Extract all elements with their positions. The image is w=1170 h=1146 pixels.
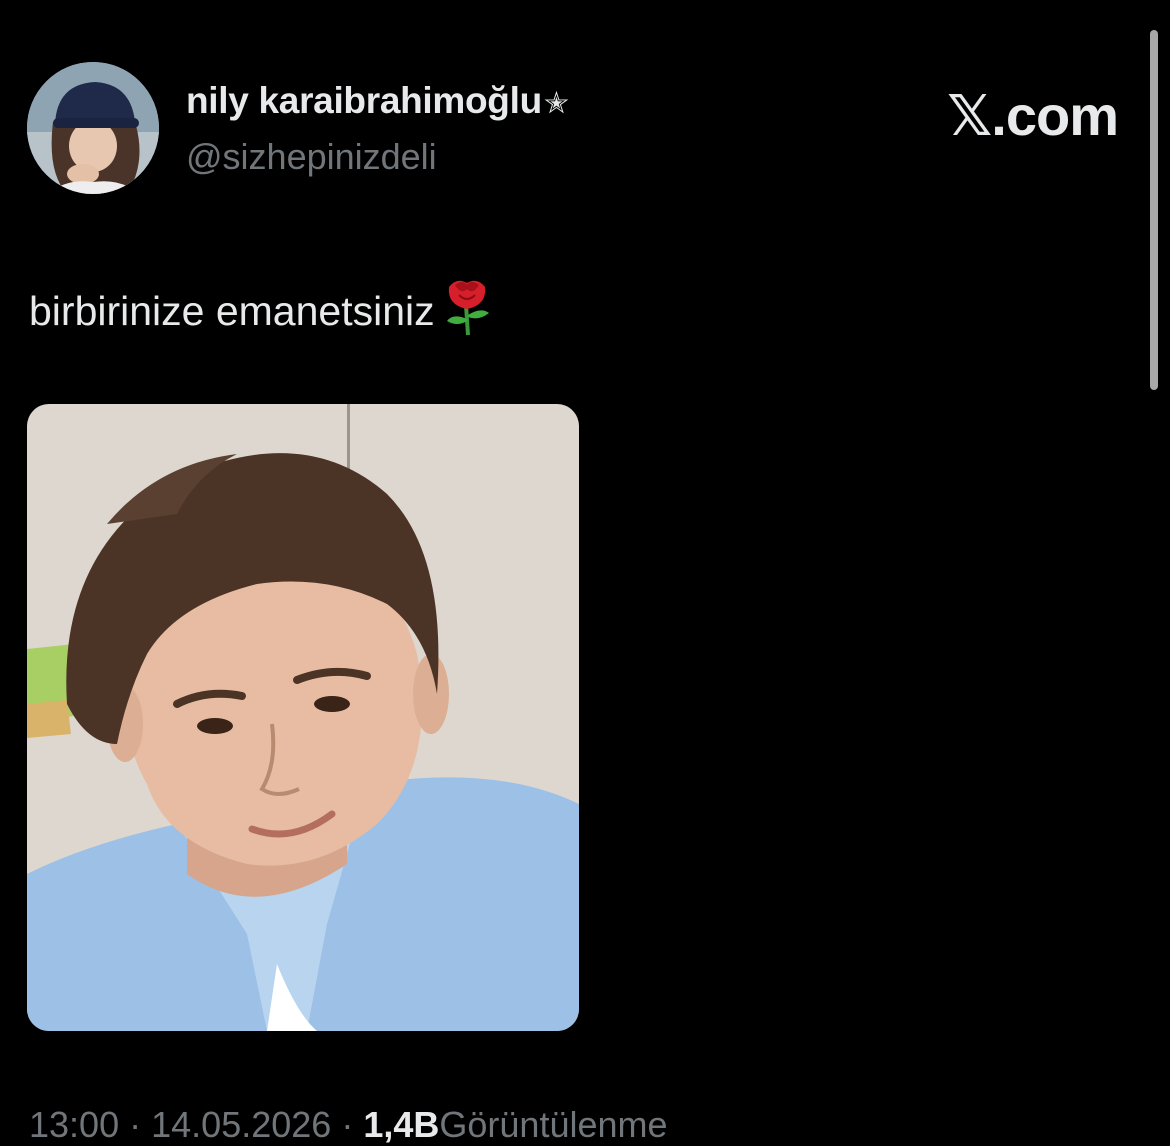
views-label: Görüntülenme [439, 1104, 668, 1145]
scrollbar[interactable] [1150, 30, 1158, 390]
avatar-image [27, 62, 159, 194]
tweet-date[interactable]: 14.05.2026 [151, 1104, 331, 1145]
meta-separator: · [341, 1104, 354, 1145]
author-avatar[interactable] [27, 62, 159, 194]
author-handle[interactable]: @sizhepinizdeli [186, 136, 437, 178]
rose-icon [441, 275, 493, 347]
tweet-text-content: birbirinize emanetsiniz [29, 287, 435, 334]
photo-image [27, 404, 579, 1031]
tweet-photo[interactable] [27, 404, 579, 1031]
x-logo: 𝕏.com [947, 84, 1119, 147]
display-name-text: nily karaibrahimoğlu [186, 80, 542, 121]
meta-separator: · [129, 1104, 142, 1145]
views-count: 1,4B [363, 1104, 440, 1145]
star-icon: ✭ [543, 87, 569, 120]
tweet-text: birbirinize emanetsiniz [29, 275, 493, 347]
author-display-name[interactable]: nily karaibrahimoğlu✭ [186, 80, 569, 122]
tweet-meta: 13:00 · 14.05.2026 · 1,4BGörüntülenme [29, 1104, 668, 1146]
tweet-time[interactable]: 13:00 [29, 1104, 119, 1145]
